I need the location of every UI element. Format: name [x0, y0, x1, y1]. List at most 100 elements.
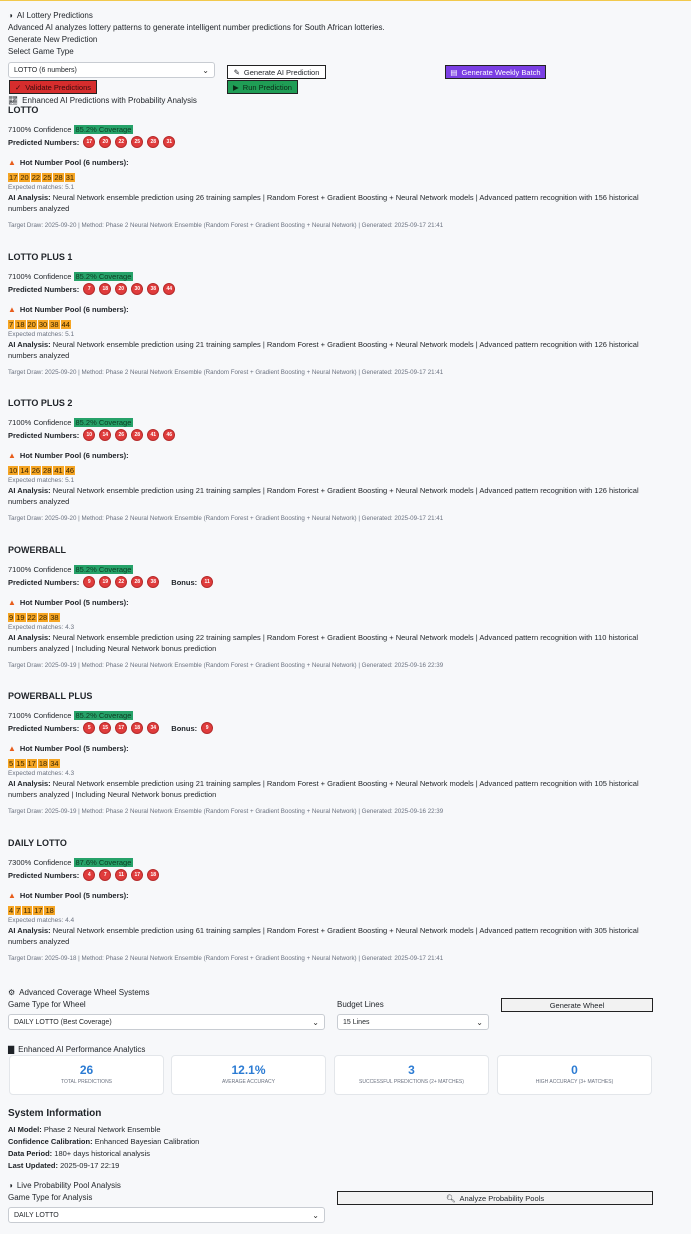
- number-ball: 17: [115, 722, 128, 734]
- hot-number: 7: [8, 319, 15, 329]
- number-ball: 44: [163, 283, 176, 295]
- fire-icon: ▲: [8, 743, 16, 753]
- predicted-numbers-row: Predicted Numbers: 5 15 17 18 34 Bonus: 9: [8, 721, 668, 735]
- ai-analysis-label: AI Analysis:: [8, 193, 51, 202]
- hot-pool-title: Hot Number Pool (6 numbers):: [19, 450, 129, 460]
- predicted-label: Predicted Numbers:: [8, 137, 80, 147]
- prediction-meta: Target Draw: 2025-09-20 | Method: Phase …: [8, 222, 444, 229]
- wheel-game-select-value: DAILY LOTTO (Best Coverage): [14, 1018, 112, 1026]
- hot-number: 19: [15, 612, 26, 622]
- fire-icon: ▲: [8, 157, 16, 167]
- hot-number: 44: [60, 319, 71, 329]
- chevron-down-icon: ⌄: [312, 1210, 319, 1220]
- hot-pool-heading: ▲ Hot Number Pool (6 numbers):: [8, 303, 668, 315]
- system-info-title: System Information: [8, 1108, 102, 1119]
- predicted-numbers-row: Predicted Numbers: 10 14 26 28 41 46: [8, 428, 668, 442]
- game-name: LOTTO PLUS 1: [8, 252, 73, 262]
- hot-pool-title: Hot Number Pool (5 numbers):: [19, 743, 129, 753]
- pool-game-select[interactable]: DAILY LOTTO ⌄: [8, 1207, 325, 1223]
- game-name: POWERBALL PLUS: [8, 691, 93, 701]
- ai-analysis: AI Analysis: Neural Network ensemble pre…: [8, 192, 658, 214]
- generate-section-title: Generate New Prediction: [8, 35, 98, 44]
- stat-value: 3: [408, 1063, 415, 1077]
- hot-pool-title: Hot Number Pool (5 numbers):: [19, 890, 129, 900]
- hot-number: 9: [8, 612, 15, 622]
- stat-card-average-accuracy: 12.1% Average Accuracy: [171, 1055, 326, 1095]
- stat-card-successful-predictions: 3 Successful Predictions (2+ Matches): [334, 1055, 489, 1095]
- ai-analysis-text: Neural Network ensemble prediction using…: [8, 340, 639, 360]
- hot-number: 20: [26, 319, 37, 329]
- generate-weekly-batch-label: Generate Weekly Batch: [461, 67, 541, 77]
- game-prediction-card: POWERBALL 7100% Confidence 85.2% Coverage…: [8, 545, 668, 669]
- ai-analysis-label: AI Analysis:: [8, 633, 51, 642]
- confidence-line: 7300% Confidence 87.6% Coverage: [8, 856, 668, 868]
- number-ball: 17: [131, 869, 144, 881]
- check-shield-icon: ✓: [14, 82, 22, 92]
- hot-number-pool: 4 7 11 17 18: [8, 904, 668, 916]
- hot-number: 17: [26, 758, 37, 768]
- hot-number-pool: 5 15 17 18 34: [8, 757, 668, 769]
- pool-game-select-value: DAILY LOTTO: [14, 1211, 59, 1219]
- stat-value: 0: [571, 1063, 578, 1077]
- number-ball: 10: [83, 429, 96, 441]
- wheel-game-label: Game Type for Wheel: [8, 1000, 86, 1009]
- validate-predictions-button[interactable]: ✓ Validate Predictions: [9, 80, 97, 94]
- hot-number: 38: [49, 319, 60, 329]
- hot-number: 18: [44, 905, 55, 915]
- expected-matches: Expected matches: 4.3: [8, 770, 75, 777]
- run-prediction-button[interactable]: ▶ Run Prediction: [227, 80, 298, 94]
- number-ball: 22: [115, 576, 128, 588]
- confidence-value: 7100%: [8, 124, 32, 134]
- expected-matches: Expected matches: 4.3: [8, 624, 75, 631]
- prediction-meta: Target Draw: 2025-09-20 | Method: Phase …: [8, 369, 444, 376]
- budget-lines-select[interactable]: 15 Lines ⌄: [337, 1014, 489, 1030]
- hot-number-pool: 9 19 22 28 38: [8, 611, 668, 623]
- confidence-label: Confidence: [33, 857, 72, 867]
- generate-wheel-label: Generate Wheel: [549, 1000, 605, 1010]
- hot-number: 14: [19, 465, 30, 475]
- number-ball: 28: [131, 576, 144, 588]
- generate-weekly-batch-button[interactable]: ▤ Generate Weekly Batch: [445, 65, 546, 79]
- ai-analysis: AI Analysis: Neural Network ensemble pre…: [8, 339, 658, 361]
- system-info-key: Confidence Calibration:: [8, 1137, 93, 1146]
- game-prediction-card: DAILY LOTTO 7300% Confidence 87.6% Covera…: [8, 838, 668, 962]
- system-info-key: Last Updated:: [8, 1161, 59, 1170]
- coverage-badge: 85.2% Coverage: [73, 417, 134, 427]
- stat-card-high-accuracy: 0 High Accuracy (3+ Matches): [497, 1055, 652, 1095]
- hot-number: 30: [37, 319, 49, 329]
- hot-number: 5: [8, 758, 15, 768]
- coverage-badge: 85.2% Coverage: [73, 271, 134, 281]
- confidence-line: 7100% Confidence 85.2% Coverage: [8, 416, 668, 428]
- expected-matches: Expected matches: 5.1: [8, 477, 75, 484]
- number-ball: 31: [163, 136, 176, 148]
- system-info-value: 180+ days historical analysis: [54, 1149, 150, 1158]
- budget-lines-select-value: 15 Lines: [343, 1018, 370, 1026]
- expected-matches: Expected matches: 4.4: [8, 917, 75, 924]
- confidence-value: 7100%: [8, 564, 32, 574]
- predicted-numbers-row: Predicted Numbers: 9 19 22 28 38 Bonus: 11: [8, 575, 668, 589]
- confidence-label: Confidence: [33, 124, 72, 134]
- enhanced-predictions-heading: 📈︎ Enhanced AI Predictions with Probabil…: [8, 96, 197, 105]
- confidence-line: 7100% Confidence 85.2% Coverage: [8, 123, 668, 135]
- game-type-select[interactable]: LOTTO (6 numbers) ⌄: [8, 62, 215, 78]
- game-name: LOTTO: [8, 105, 39, 115]
- ai-analysis-label: AI Analysis:: [8, 340, 51, 349]
- pool-game-label: Game Type for Analysis: [8, 1193, 93, 1202]
- number-ball: 34: [147, 722, 160, 734]
- ai-analysis: AI Analysis: Neural Network ensemble pre…: [8, 925, 658, 947]
- generate-wheel-button[interactable]: Generate Wheel: [501, 998, 653, 1012]
- hot-number: 18: [37, 758, 49, 768]
- prediction-meta: Target Draw: 2025-09-20 | Method: Phase …: [8, 515, 444, 522]
- analyze-probability-pools-button[interactable]: 🔍︎ Analyze Probability Pools: [337, 1191, 653, 1205]
- number-ball: 30: [131, 283, 144, 295]
- number-ball: 18: [99, 283, 112, 295]
- predicted-numbers-row: Predicted Numbers: 4 7 11 17 18: [8, 868, 668, 882]
- generate-ai-prediction-button[interactable]: ✎ Generate AI Prediction: [227, 65, 326, 79]
- hot-number: 20: [19, 172, 30, 182]
- hot-number: 34: [49, 758, 60, 768]
- number-ball: 28: [147, 136, 160, 148]
- bonus-label: Bonus:: [171, 577, 198, 587]
- number-ball: 18: [147, 869, 160, 881]
- ai-analysis-text: Neural Network ensemble prediction using…: [8, 926, 639, 946]
- wheel-game-select[interactable]: DAILY LOTTO (Best Coverage) ⌄: [8, 1014, 325, 1030]
